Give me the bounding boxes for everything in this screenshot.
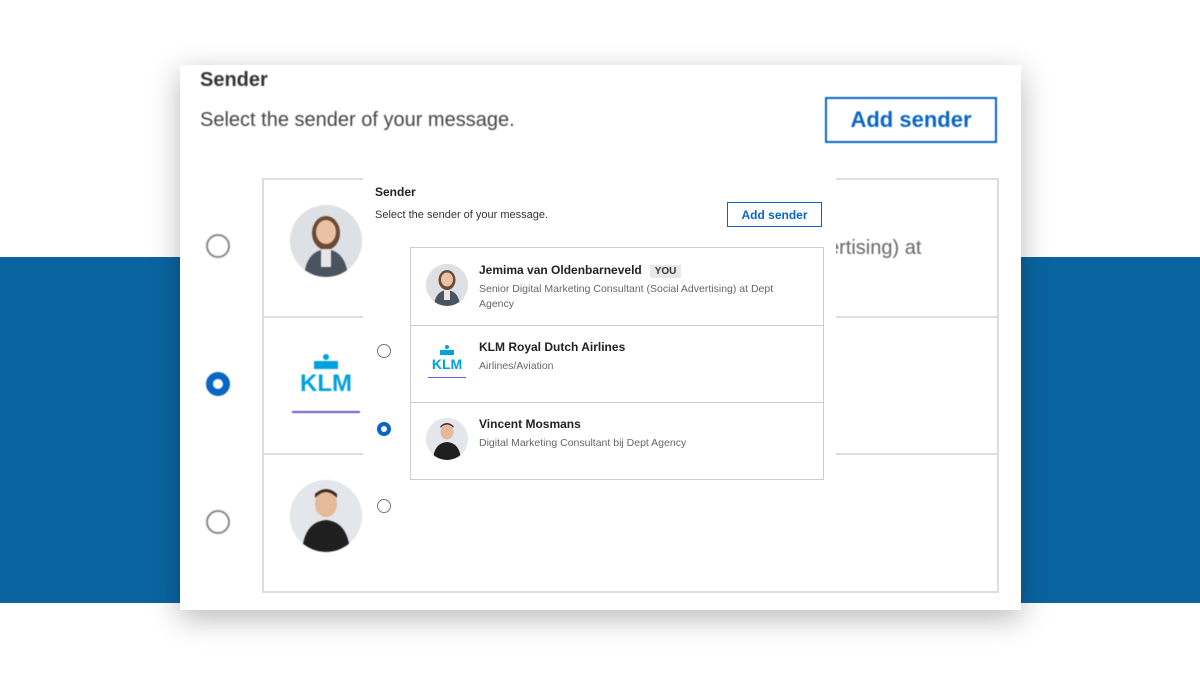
sender-name: Jemima van Oldenbarneveld YOU [479, 263, 682, 278]
add-sender-button[interactable]: Add sender [727, 202, 822, 227]
svg-text:KLM: KLM [300, 370, 352, 397]
sender-description: Airlines/Aviation [479, 360, 554, 372]
bg-woman-avatar-icon [290, 205, 362, 277]
radio-vincent[interactable] [377, 499, 391, 513]
bg-klm-logo-icon: KLM [290, 345, 362, 415]
bg-man-avatar-icon [290, 480, 362, 552]
bg-add-sender-button[interactable]: Add sender [825, 97, 997, 143]
sender-card: Sender Select the sender of your message… [180, 65, 1021, 610]
bg-radio-klm[interactable] [206, 372, 230, 396]
you-badge: YOU [649, 265, 682, 278]
sender-option-vincent[interactable]: Vincent Mosmans Digital Marketing Consul… [411, 402, 823, 479]
sender-name: Vincent Mosmans [479, 417, 581, 431]
sender-option-jemima[interactable]: Jemima van Oldenbarneveld YOU Senior Digi… [411, 248, 823, 326]
bg-truncated-text: ertising) at [828, 237, 922, 259]
woman-avatar-icon [426, 264, 468, 306]
sender-description: Senior Digital Marketing Consultant (Soc… [479, 283, 774, 310]
sender-option-klm[interactable]: KLM KLM Royal Dutch Airlines Airlines/Av… [411, 325, 823, 403]
sender-selector-panel: Sender Select the sender of your message… [363, 177, 836, 567]
sender-description: Digital Marketing Consultant bij Dept Ag… [479, 437, 687, 449]
radio-jemima[interactable] [377, 344, 391, 358]
sender-name: KLM Royal Dutch Airlines [479, 340, 626, 354]
bg-sender-subtitle: Select the sender of your message. [200, 109, 515, 131]
sender-subtitle: Select the sender of your message. [375, 209, 549, 221]
radio-klm[interactable] [377, 422, 391, 436]
bg-sender-title: Sender [200, 69, 268, 91]
klm-logo-icon: KLM [426, 341, 468, 383]
svg-text:KLM: KLM [432, 356, 462, 372]
man-avatar-icon [426, 418, 468, 460]
sender-title: Sender [375, 185, 416, 199]
sender-list: Jemima van Oldenbarneveld YOU Senior Digi… [410, 247, 824, 480]
bg-radio-vincent[interactable] [206, 510, 230, 534]
bg-radio-jemima[interactable] [206, 234, 230, 258]
